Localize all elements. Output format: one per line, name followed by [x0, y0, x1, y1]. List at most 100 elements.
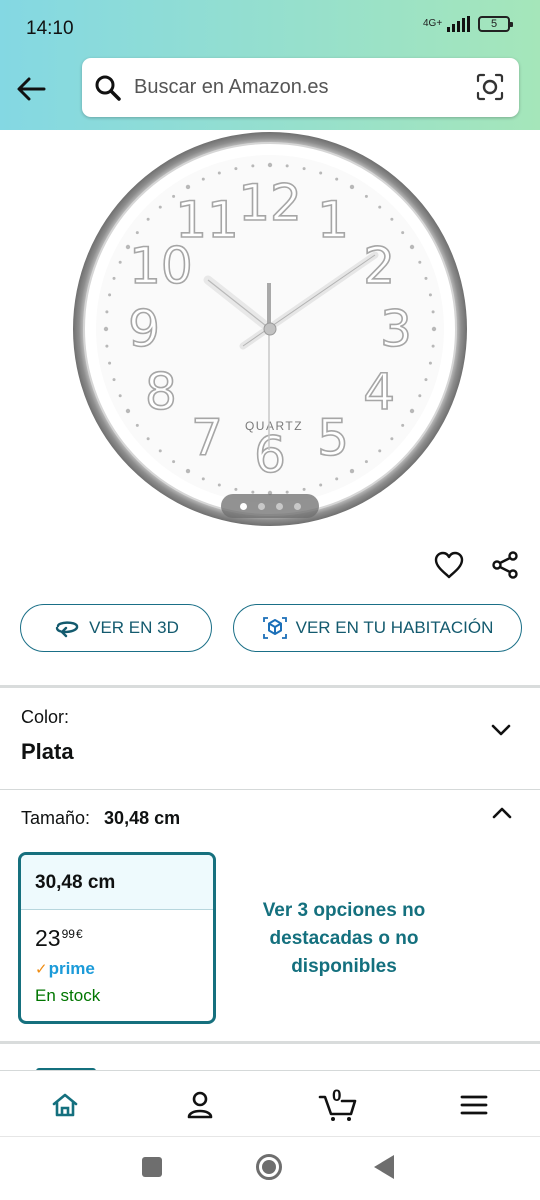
prime-label: prime [48, 959, 95, 978]
stock-status: En stock [35, 986, 101, 1005]
minute-dot [401, 423, 405, 427]
minute-dot [234, 487, 238, 491]
minute-dot [302, 487, 306, 491]
view-3d-button[interactable]: VER EN 3D [20, 604, 212, 652]
clock-numeral: 1 [317, 191, 349, 249]
home-tab[interactable] [45, 1085, 85, 1125]
app-header: 14:10 4G+ 5 [0, 0, 540, 130]
minute-dot [217, 483, 221, 487]
divider [0, 789, 540, 790]
cart-count: 0 [332, 1086, 342, 1105]
minute-dot [409, 244, 415, 250]
clock-numeral: 11 [175, 191, 239, 249]
home-button[interactable] [256, 1154, 282, 1180]
share-icon[interactable] [490, 550, 520, 580]
divider [0, 685, 540, 688]
carousel-dot[interactable] [293, 502, 301, 510]
minute-dot [158, 449, 162, 453]
clock-numeral: 2 [363, 237, 395, 295]
view-in-room-button[interactable]: VER EN TU HABITACIÓN [233, 604, 522, 652]
heart-icon[interactable] [433, 549, 465, 581]
color-label: Color: [21, 707, 70, 727]
minute-dot [135, 231, 139, 235]
minute-dot [349, 184, 355, 190]
size-option-name: 30,48 cm [21, 855, 213, 910]
minute-dot [319, 483, 323, 487]
back-button[interactable] [374, 1155, 394, 1179]
menu-tab[interactable] [454, 1085, 494, 1125]
minute-dot [431, 344, 435, 348]
search-bar[interactable] [82, 58, 519, 117]
minute-dot [428, 361, 432, 365]
clock-brand: QUARTZ [245, 419, 303, 433]
cart-tab[interactable]: 0 [316, 1085, 360, 1125]
bottom-nav: 0 [0, 1070, 540, 1136]
carousel-indicator[interactable] [221, 494, 319, 518]
minute-dot [364, 460, 368, 464]
chevron-up-icon[interactable] [489, 800, 515, 826]
minute-dot [135, 423, 139, 427]
minute-dot [118, 394, 122, 398]
account-tab[interactable] [180, 1085, 220, 1125]
minute-dot [401, 231, 405, 235]
clock-center-cap [263, 322, 277, 336]
minute-dot [108, 361, 112, 365]
carousel-dot[interactable] [275, 502, 283, 510]
color-value: Plata [21, 739, 74, 764]
minute-dot [118, 260, 122, 264]
minute-dot [185, 184, 191, 190]
minute-dot [172, 460, 176, 464]
size-option-card[interactable]: 30,48 cm 23 99 € ✓ prime En stock [18, 852, 216, 1024]
minute-dot [108, 293, 112, 297]
minute-dot [390, 217, 394, 221]
minute-dot [428, 293, 432, 297]
minute-dot [158, 205, 162, 209]
clock-numeral: 9 [128, 300, 160, 358]
price-fraction: 99 [61, 927, 75, 941]
system-nav-bar [0, 1136, 540, 1200]
minute-dot [217, 171, 221, 175]
product-image[interactable]: 12 1234567891011 QUARTZ [60, 128, 480, 538]
status-time: 14:10 [26, 18, 74, 39]
price-currency: € [75, 927, 83, 941]
camera-search-icon[interactable] [475, 72, 505, 102]
carousel-dot[interactable] [257, 502, 265, 510]
back-arrow-icon[interactable] [14, 72, 48, 106]
minute-dot [302, 167, 306, 171]
minute-dot [112, 378, 116, 382]
minute-dot [335, 477, 339, 481]
divider [0, 1041, 540, 1044]
search-icon[interactable] [94, 74, 122, 102]
minute-dot [424, 276, 428, 280]
clock-numeral: 4 [363, 363, 395, 421]
size-selector-header[interactable]: Tamaño: 30,48 cm [21, 808, 180, 829]
minute-dot [185, 468, 191, 474]
minute-dot [285, 164, 289, 168]
more-options-link[interactable]: Ver 3 opciones no destacadas o no dispon… [244, 897, 444, 981]
size-label: Tamaño: [21, 808, 91, 828]
status-icons: 4G+ 5 [423, 16, 513, 32]
minute-dot [251, 164, 255, 168]
minute-dot [378, 205, 382, 209]
minute-dot [105, 344, 109, 348]
search-input[interactable] [134, 72, 454, 102]
minute-dot [125, 408, 131, 414]
minute-dot [319, 171, 323, 175]
recents-button[interactable] [142, 1157, 162, 1177]
minute-dot [234, 167, 238, 171]
minute-dot [409, 408, 415, 414]
prime-check-icon: ✓ [35, 961, 48, 978]
minute-dot [146, 217, 150, 221]
user-icon [187, 1091, 213, 1119]
carousel-dot[interactable] [239, 502, 247, 510]
chevron-down-icon[interactable] [488, 717, 514, 743]
minute-dot [335, 177, 339, 181]
size-value: 30,48 cm [104, 808, 181, 828]
minute-dot [424, 378, 428, 382]
signal-icon [447, 16, 470, 32]
minute-dot [431, 326, 437, 332]
rotate-3d-icon [55, 621, 79, 638]
view-3d-label: VER EN 3D [89, 618, 179, 637]
minute-dot [349, 468, 355, 474]
network-indicator: 4G+ [423, 18, 443, 29]
